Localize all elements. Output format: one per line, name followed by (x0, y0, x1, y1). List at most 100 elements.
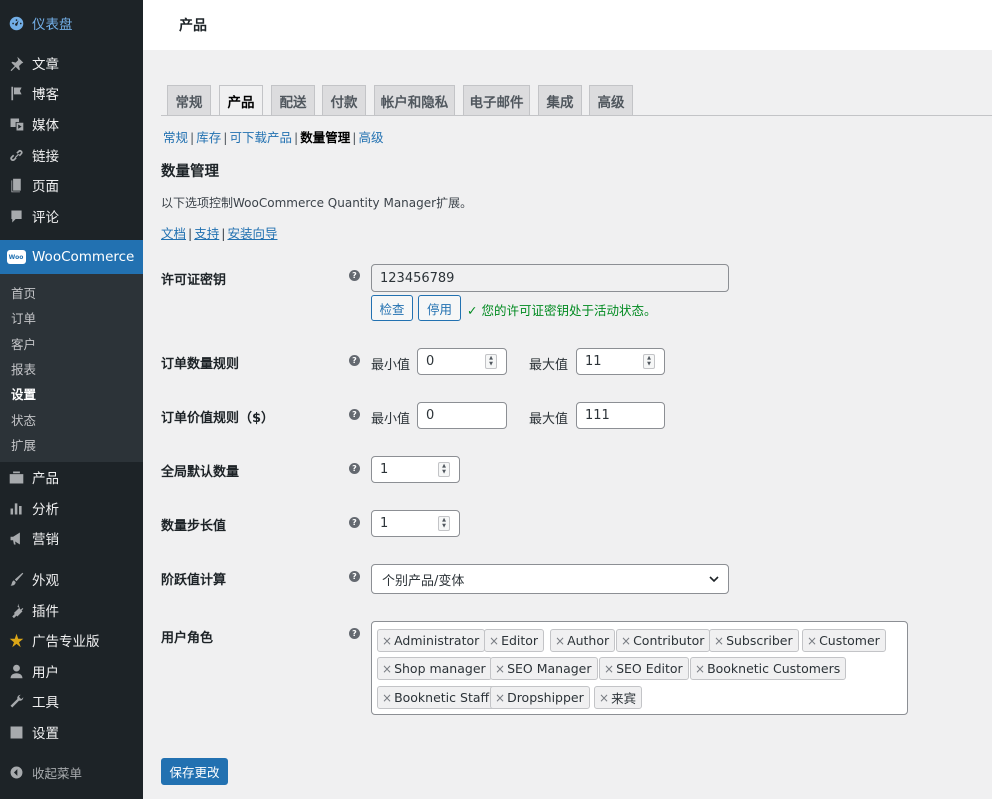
step-value-input[interactable]: 1 ▲ ▼ (371, 510, 460, 537)
setup-wizard-link[interactable]: 安装向导 (227, 226, 277, 241)
tab-advanced[interactable]: 高级 (589, 85, 633, 116)
deactivate-license-button[interactable]: 停用 (418, 295, 461, 321)
menu-pages[interactable]: 页面 (0, 170, 143, 200)
submenu-home[interactable]: 首页 (11, 283, 36, 302)
remove-icon[interactable]: × (489, 634, 499, 648)
subnav-quantity-manager[interactable]: 数量管理 (300, 130, 350, 145)
license-key-input[interactable]: 123456789 (371, 264, 729, 292)
submenu-reports[interactable]: 报表 (11, 359, 36, 378)
remove-icon[interactable]: × (604, 662, 614, 676)
chevron-down-icon (709, 576, 719, 583)
remove-icon[interactable]: × (621, 634, 631, 648)
menu-plugins[interactable]: 插件 (0, 595, 143, 625)
role-tag[interactable]: × Dropshipper (490, 686, 590, 709)
role-tag[interactable]: × Customer (802, 629, 886, 652)
remove-icon[interactable]: × (382, 634, 392, 648)
user-roles-multiselect[interactable]: × Administrator × Editor × Author × Contribu… (371, 621, 908, 715)
role-tag[interactable]: × Author (550, 629, 616, 652)
subnav-general[interactable]: 常规 (163, 130, 188, 145)
role-tag[interactable]: × Administrator (377, 629, 486, 652)
menu-woocommerce[interactable]: Woo WooCommerce (0, 240, 143, 274)
default-qty-input[interactable]: 1 ▲ ▼ (371, 456, 460, 483)
order-value-max-input[interactable]: 111 (576, 402, 665, 429)
subnav-advanced[interactable]: 高级 (358, 130, 383, 145)
tab-payments[interactable]: 付款 (322, 85, 366, 116)
docs-link[interactable]: 文档 (161, 226, 186, 241)
help-icon[interactable]: ? (349, 517, 360, 528)
spinner-icon[interactable]: ▲ ▼ (438, 516, 450, 531)
role-tag[interactable]: × Contributor (616, 629, 711, 652)
menu-tools[interactable]: 工具 (0, 686, 143, 716)
remove-icon[interactable]: × (807, 634, 817, 648)
remove-icon[interactable]: × (599, 691, 609, 705)
role-tag[interactable]: × Shop manager (377, 657, 492, 680)
check-license-button[interactable]: 检查 (371, 295, 413, 321)
subnav-inventory[interactable]: 库存 (196, 130, 221, 145)
order-value-min-input[interactable]: 0 (417, 402, 507, 429)
remove-icon[interactable]: × (714, 634, 724, 648)
help-icon[interactable]: ? (349, 571, 360, 582)
tab-integration[interactable]: 集成 (538, 85, 582, 116)
menu-appearance[interactable]: 外观 (0, 564, 143, 594)
license-status: ✓ 您的许可证密钥处于活动状态。 (467, 303, 657, 318)
role-tag[interactable]: × Editor (484, 629, 545, 652)
woo-badge: Woo (6, 250, 26, 264)
menu-media[interactable]: 媒体 (0, 109, 143, 139)
remove-icon[interactable]: × (382, 691, 392, 705)
help-icon[interactable]: ? (349, 409, 360, 420)
help-icon[interactable]: ? (349, 355, 360, 366)
help-icon[interactable]: ? (349, 628, 360, 639)
menu-users[interactable]: 用户 (0, 656, 143, 686)
tab-accounts-privacy[interactable]: 帐户和隐私 (374, 85, 455, 116)
menu-label: 博客 (32, 87, 59, 103)
submenu-orders[interactable]: 订单 (11, 308, 36, 327)
submenu-status[interactable]: 状态 (11, 410, 36, 429)
role-tag[interactable]: × Booknetic Customers (690, 657, 847, 680)
subnav-downloadable[interactable]: 可下载产品 (229, 130, 292, 145)
remove-icon[interactable]: × (495, 691, 505, 705)
role-tag[interactable]: × 来宾 (594, 686, 643, 709)
product-icon (0, 469, 32, 486)
spinner-icon[interactable]: ▲ ▼ (643, 354, 655, 369)
spinner-icon[interactable]: ▲ ▼ (485, 354, 497, 369)
remove-icon[interactable]: × (555, 634, 565, 648)
menu-settings[interactable]: 设置 (0, 717, 143, 747)
support-link[interactable]: 支持 (194, 226, 219, 241)
menu-marketing[interactable]: 营销 (0, 523, 143, 553)
menu-posts[interactable]: 文章 (0, 48, 143, 78)
help-icon[interactable]: ? (349, 270, 360, 281)
tab-emails[interactable]: 电子邮件 (463, 85, 530, 116)
spinner-icon[interactable]: ▲ ▼ (438, 462, 450, 477)
help-icon[interactable]: ? (349, 463, 360, 474)
separator: | (221, 226, 226, 241)
menu-ads-pro[interactable]: 广告专业版 (0, 625, 143, 655)
menu-products[interactable]: 产品 (0, 462, 143, 492)
remove-icon[interactable]: × (382, 662, 392, 676)
tab-shipping[interactable]: 配送 (271, 85, 315, 116)
tab-general[interactable]: 常规 (167, 85, 211, 116)
menu-dashboard[interactable]: 仪表盘 (0, 8, 143, 38)
tag-label: Customer (819, 633, 880, 648)
role-tag[interactable]: × Subscriber (709, 629, 799, 652)
order-qty-min-input[interactable]: 0 ▲ ▼ (417, 348, 507, 375)
submenu-customers[interactable]: 客户 (11, 334, 36, 353)
role-tag[interactable]: × Booknetic Staff (377, 686, 496, 709)
role-tag[interactable]: × SEO Editor (599, 657, 689, 680)
menu-links[interactable]: 链接 (0, 140, 143, 170)
tier-calc-select[interactable]: 个别产品/变体 (371, 564, 729, 594)
menu-blog[interactable]: 博客 (0, 78, 143, 108)
role-tag[interactable]: × SEO Manager (490, 657, 598, 680)
user-icon (0, 663, 32, 680)
collapse-menu-button[interactable]: 收起菜单 (0, 757, 143, 787)
remove-icon[interactable]: × (495, 662, 505, 676)
remove-icon[interactable]: × (695, 662, 705, 676)
menu-analytics[interactable]: 分析 (0, 493, 143, 523)
submenu-extensions[interactable]: 扩展 (11, 435, 36, 454)
tag-label: Administrator (394, 633, 480, 648)
order-value-rule-label: 订单价值规则（$） (161, 411, 275, 426)
tab-products[interactable]: 产品 (219, 85, 263, 116)
submenu-settings[interactable]: 设置 (11, 384, 36, 403)
order-qty-max-input[interactable]: 11 ▲ ▼ (576, 348, 665, 375)
save-changes-button[interactable]: 保存更改 (161, 758, 228, 785)
menu-comments[interactable]: 评论 (0, 201, 143, 231)
